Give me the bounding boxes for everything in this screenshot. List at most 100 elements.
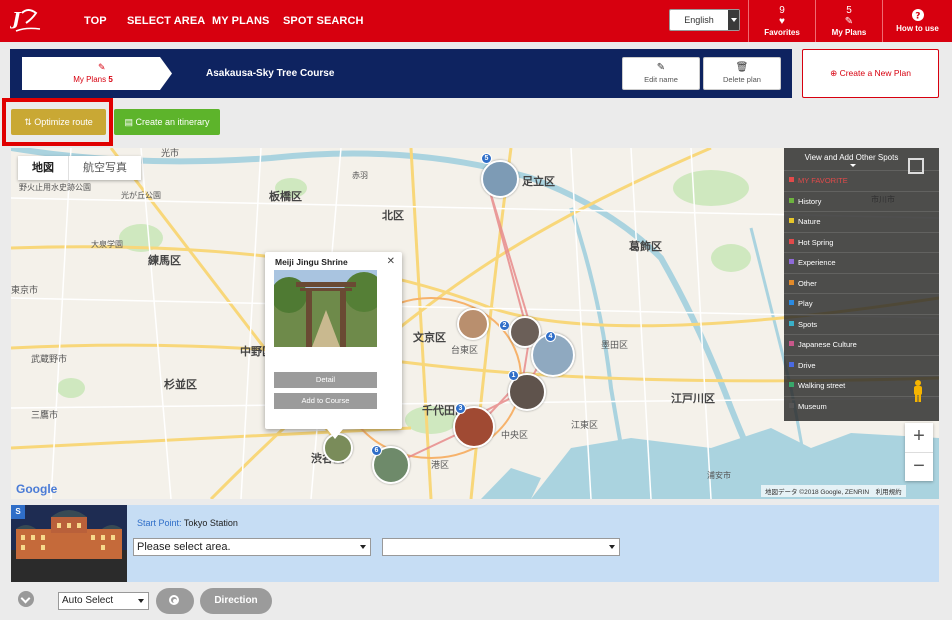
map-marker[interactable]	[481, 160, 519, 198]
category-label: Nature	[798, 217, 821, 226]
nav-select-area[interactable]: SELECT AREA	[127, 15, 205, 27]
sort-icon: ⇅	[24, 117, 32, 127]
delete-plan-label: Delete plan	[723, 75, 761, 84]
marker-number: 6	[371, 445, 382, 456]
svg-text:台東区: 台東区	[451, 344, 478, 356]
popup-title: Meiji Jingu Shrine	[275, 257, 348, 267]
detail-button[interactable]: Detail	[274, 372, 377, 388]
direction-button[interactable]: Direction	[200, 588, 272, 614]
create-new-plan-label: Create a New Plan	[839, 68, 911, 78]
edit-name-label: Edit name	[644, 75, 678, 84]
trash-icon: 🗑	[735, 62, 749, 73]
category-swatch	[789, 320, 794, 326]
pencil-icon: ✎	[844, 16, 854, 27]
start-station-image	[11, 505, 127, 582]
google-logo: Google	[16, 482, 58, 496]
spot-category-item[interactable]: Other	[784, 272, 939, 294]
category-label: Experience	[798, 258, 836, 267]
category-swatch	[789, 197, 794, 203]
category-label: Drive	[798, 360, 816, 370]
fullscreen-icon[interactable]	[908, 158, 924, 174]
category-swatch	[789, 300, 794, 305]
start-point-panel: S Start Point: Tokyo Station Please sele…	[11, 505, 939, 582]
category-swatch	[789, 218, 794, 223]
category-label: Play	[798, 299, 813, 308]
svg-text:武蔵野市: 武蔵野市	[31, 353, 67, 365]
category-swatch	[789, 259, 794, 264]
plan-header: ✎ My Plans 5 Asakausa-Sky Tree Course ✎ …	[10, 49, 792, 98]
category-label: Japanese Culture	[798, 340, 857, 349]
svg-text:練馬区: 練馬区	[148, 253, 181, 267]
map-type-map[interactable]: 地図	[18, 156, 68, 180]
category-swatch	[789, 361, 794, 367]
category-swatch	[789, 177, 794, 182]
how-to-use-button[interactable]: ? How to use	[882, 0, 952, 42]
auto-select-dropdown[interactable]: Auto Select	[58, 592, 149, 610]
spot-select[interactable]	[382, 538, 620, 556]
zoom-in-button[interactable]: +	[905, 423, 933, 452]
svg-text:文京区: 文京区	[413, 330, 446, 344]
svg-text:葛飾区: 葛飾区	[628, 239, 662, 253]
spot-category-item[interactable]: Experience	[784, 252, 939, 273]
svg-text:港区: 港区	[431, 459, 449, 471]
expand-chevron-icon[interactable]	[18, 591, 34, 607]
plan-title: Asakausa-Sky Tree Course	[206, 68, 335, 79]
optimize-route-label: Optimize route	[34, 117, 93, 127]
start-point-value: Tokyo Station	[183, 518, 238, 528]
map-attribution[interactable]: 地図データ ©2018 Google, ZENRIN 利用規約	[761, 485, 906, 497]
zoom-out-button[interactable]: −	[905, 452, 933, 481]
map-marker[interactable]	[457, 308, 489, 340]
area-select[interactable]: Please select area.	[133, 538, 371, 556]
marker-number: 1	[508, 370, 519, 381]
spot-category-item[interactable]: Spots	[784, 313, 939, 335]
spot-category-item[interactable]: Hot Spring	[784, 231, 939, 253]
svg-text:?: ?	[915, 12, 920, 22]
svg-text:北区: 北区	[382, 208, 404, 222]
category-swatch	[789, 238, 794, 244]
category-label: MY FAVORITE	[798, 176, 848, 185]
spot-category-item[interactable]: Japanese Culture	[784, 334, 939, 355]
start-point-label: Start Point: Tokyo Station	[137, 518, 238, 528]
favorites-button[interactable]: 9 ♥ Favorites	[748, 0, 815, 42]
delete-plan-button[interactable]: 🗑 Delete plan	[703, 57, 781, 90]
category-swatch	[789, 279, 794, 285]
map-canvas[interactable]: 光市 赤羽 足立区 板橋区 北区 葛飾区 練馬区 豊島区 文京区 台東区 墨田区…	[11, 148, 939, 499]
my-plans-tab[interactable]: ✎ My Plans 5	[22, 57, 172, 90]
category-label: Other	[798, 278, 817, 288]
svg-text:光市: 光市	[161, 148, 179, 159]
marker-number: 5	[481, 153, 492, 164]
spot-category-item[interactable]: Play	[784, 293, 939, 314]
create-new-plan-button[interactable]: ⊕ Create a New Plan	[802, 49, 939, 98]
create-itinerary-label: Create an itinerary	[135, 117, 210, 127]
edit-name-button[interactable]: ✎ Edit name	[622, 57, 700, 90]
my-plans-tab-label: My Plans 5	[73, 75, 113, 84]
jnto-logo[interactable]: J	[10, 5, 46, 37]
marker-number: 3	[455, 403, 466, 414]
my-plans-count: 5	[846, 5, 852, 16]
start-point-caption: Start Point:	[137, 518, 182, 528]
nav-spot-search[interactable]: SPOT SEARCH	[283, 15, 364, 27]
category-label: History	[798, 196, 822, 206]
svg-text:杉並区: 杉並区	[164, 377, 197, 391]
svg-text:足立区: 足立区	[522, 174, 555, 188]
map-type-satellite[interactable]: 航空写真	[68, 156, 141, 180]
close-icon[interactable]: ✕	[387, 256, 395, 267]
locate-button[interactable]	[156, 588, 194, 614]
add-to-course-button[interactable]: Add to Course	[274, 393, 377, 409]
spot-category-item[interactable]: History	[784, 190, 939, 212]
svg-text:J: J	[10, 9, 22, 30]
pegman-icon[interactable]	[912, 380, 924, 402]
language-select[interactable]: English	[669, 9, 740, 31]
optimize-route-button[interactable]: ⇅ Optimize route	[11, 109, 106, 135]
svg-text:赤羽: 赤羽	[352, 171, 368, 180]
nav-top[interactable]: TOP	[84, 15, 107, 27]
spot-category-item[interactable]: Nature	[784, 211, 939, 232]
favorites-label: Favorites	[764, 28, 800, 37]
create-itinerary-button[interactable]: ▤ Create an itinerary	[114, 109, 220, 135]
spot-category-item[interactable]: Drive	[784, 354, 939, 376]
nav-my-plans[interactable]: MY PLANS	[212, 15, 269, 27]
my-plans-button[interactable]: 5 ✎ My Plans	[815, 0, 882, 42]
chevron-down-icon	[728, 10, 739, 30]
language-value: English	[684, 15, 714, 25]
svg-text:墨田区: 墨田区	[601, 340, 628, 351]
